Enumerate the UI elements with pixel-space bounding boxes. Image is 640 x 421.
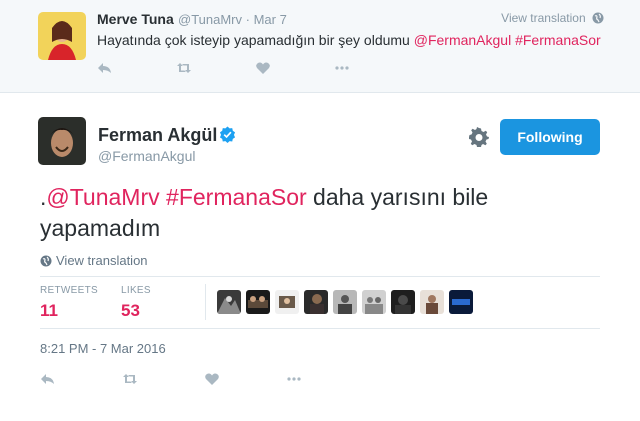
globe-icon: [592, 12, 604, 24]
mention-link[interactable]: @TunaMrv: [46, 184, 159, 210]
avatar[interactable]: [38, 117, 86, 165]
tweet-text: Hayatında çok isteyip yapamadığın bir şe…: [97, 32, 601, 48]
reply-icon[interactable]: [97, 60, 113, 76]
author-handle[interactable]: @FermanAkgul: [98, 148, 195, 164]
more-icon[interactable]: [334, 60, 350, 76]
likes-stat[interactable]: LIKES 53: [121, 285, 151, 321]
avatar[interactable]: [217, 290, 241, 314]
like-icon[interactable]: [204, 371, 220, 387]
avatar[interactable]: [38, 12, 86, 60]
liker-avatars: [217, 290, 473, 314]
retweets-stat[interactable]: RETWEETS 11: [40, 285, 98, 321]
retweets-count: 11: [40, 301, 58, 320]
handle-text[interactable]: @TunaMrv: [178, 12, 242, 27]
verified-icon: [219, 126, 236, 143]
avatar[interactable]: [246, 290, 270, 314]
globe-icon: [40, 255, 52, 267]
retweet-icon[interactable]: [176, 60, 192, 76]
hashtag-link[interactable]: #FermanaSor: [515, 32, 601, 48]
retweet-icon[interactable]: [122, 371, 138, 387]
view-translation-label[interactable]: View translation: [56, 253, 148, 268]
avatar[interactable]: [362, 290, 386, 314]
retweets-label: RETWEETS: [40, 285, 98, 296]
likes-count: 53: [121, 301, 140, 320]
avatar[interactable]: [391, 290, 415, 314]
stats-separator: [205, 284, 206, 320]
tweet-timestamp[interactable]: 8:21 PM - 7 Mar 2016: [40, 341, 166, 356]
mention-link[interactable]: @FermanAkgul: [414, 32, 511, 48]
stats-divider-top: [40, 276, 600, 277]
avatar[interactable]: [275, 290, 299, 314]
avatar[interactable]: [333, 290, 357, 314]
author-name[interactable]: Merve Tuna: [97, 11, 174, 27]
like-icon[interactable]: [255, 60, 271, 76]
stats-divider-bottom: [40, 328, 600, 329]
view-translation-link[interactable]: View translation: [40, 253, 148, 268]
hashtag-link[interactable]: #FermanaSor: [166, 184, 307, 210]
likes-label: LIKES: [121, 285, 151, 296]
reply-tweet[interactable]: Merve Tuna @TunaMrv · Mar 7 View transla…: [0, 0, 640, 93]
view-translation-link[interactable]: View translation: [501, 11, 604, 25]
following-button[interactable]: Following: [500, 119, 600, 155]
tweet-actions: [40, 371, 302, 387]
tweet-date[interactable]: · Mar 7: [246, 12, 287, 27]
reply-icon[interactable]: [40, 371, 56, 387]
tweet-text-body: Hayatında çok isteyip yapamadığın bir şe…: [97, 32, 414, 48]
view-translation-label[interactable]: View translation: [501, 11, 586, 25]
more-icon[interactable]: [286, 371, 302, 387]
author-handle[interactable]: @TunaMrv · Mar 7: [178, 12, 287, 27]
avatar[interactable]: [449, 290, 473, 314]
author-name[interactable]: Ferman Akgül: [98, 125, 217, 146]
tweet-text: .@TunaMrv #FermanaSor daha yarısını bile…: [40, 182, 600, 244]
gear-icon[interactable]: [469, 127, 489, 147]
avatar[interactable]: [304, 290, 328, 314]
avatar[interactable]: [420, 290, 444, 314]
tweet-actions: [97, 60, 350, 76]
